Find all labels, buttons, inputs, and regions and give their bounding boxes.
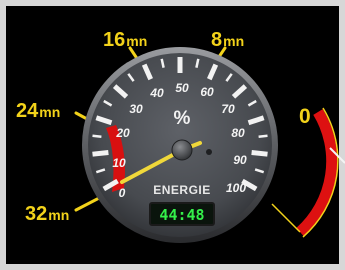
dial-tick <box>92 150 109 157</box>
scale-label-40: 40 <box>149 86 164 100</box>
percent-symbol: % <box>174 108 191 129</box>
scale-label-50: 50 <box>175 81 189 95</box>
scale-label-20: 20 <box>115 126 130 140</box>
gauge-graphic: 0 10 20 30 40 50 60 70 80 90 100 % ENERG… <box>0 0 345 270</box>
scale-label-70: 70 <box>221 102 235 116</box>
scale-label-0: 0 <box>119 186 126 200</box>
time-label-16mn: 16mn <box>103 29 147 51</box>
scale-label-30: 30 <box>129 102 143 116</box>
scale-label-60: 60 <box>200 85 214 99</box>
energy-arc <box>296 109 338 237</box>
dial-tick <box>251 150 268 157</box>
energy-timer-panel: 0 10 20 30 40 50 60 70 80 90 100 % ENERG… <box>0 0 345 270</box>
dial-screw <box>206 149 212 155</box>
scale-label-80: 80 <box>231 126 245 140</box>
time-label-32mn: 32mn <box>25 203 69 225</box>
energy-arc-tail <box>271 203 301 233</box>
scale-label-90: 90 <box>233 153 247 167</box>
energie-label: ENERGIE <box>153 183 211 197</box>
time-label-24mn: 24mn <box>16 100 60 122</box>
scale-label-100: 100 <box>226 181 246 195</box>
time-label-8mn: 8mn <box>211 29 244 51</box>
time-label-0: 0 <box>299 105 311 128</box>
needle-hub <box>171 139 193 161</box>
digital-readout: 44:48 <box>159 206 204 224</box>
dial-tick <box>92 134 102 138</box>
dial-tick <box>258 134 268 138</box>
scale-label-10: 10 <box>112 156 126 170</box>
